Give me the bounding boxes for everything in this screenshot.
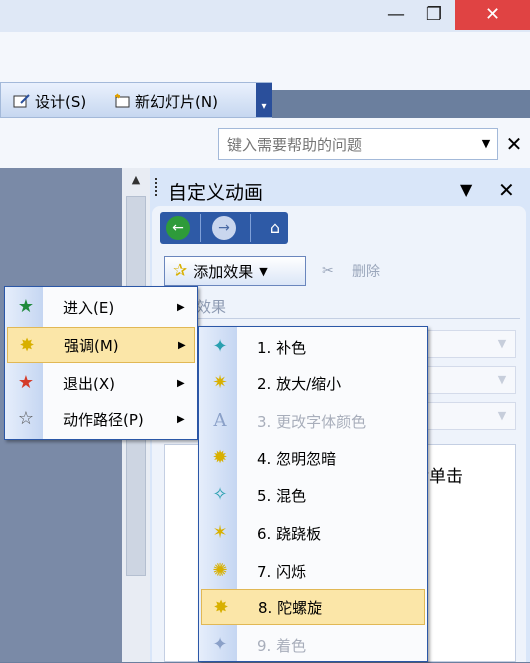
emphasis-item-blend[interactable]: ✧ 5. 混色 <box>201 477 425 513</box>
chevron-down-icon: ▼ <box>497 409 507 422</box>
entrance-star-icon: ★ <box>17 296 35 317</box>
emphasis-item-teeter[interactable]: ✶ 6. 跷跷板 <box>201 515 425 551</box>
flicker-star-icon: ✹ <box>212 447 228 468</box>
blink-star-icon: ✺ <box>212 560 228 581</box>
design-button[interactable]: 设计(S) <box>13 89 86 113</box>
toolbar-options-button[interactable]: ▾ <box>256 83 272 117</box>
emphasis-submenu: ✦ 1. 补色 ✷ 2. 放大/缩小 A 3. 更改字体颜色 ✹ 4. 忽明忽暗… <box>198 326 428 662</box>
restore-button[interactable]: ❐ <box>416 0 452 30</box>
nav-separator <box>250 214 251 242</box>
new-slide-button[interactable]: 新幻灯片(N) <box>113 89 218 113</box>
emphasis-item-flicker[interactable]: ✹ 4. 忽明忽暗 <box>201 440 425 476</box>
home-icon[interactable]: ⌂ <box>262 216 288 240</box>
emphasis-item-tint: ✦ 9. 着色 <box>201 627 425 663</box>
design-label: 设计(S) <box>35 92 87 111</box>
add-effect-button[interactable]: ✰ 添加效果 ▼ <box>164 256 306 286</box>
pane-title: 自定义动画 <box>168 182 264 204</box>
emphasis-item-blink[interactable]: ✺ 7. 闪烁 <box>201 553 425 589</box>
add-effect-label: 添加效果 <box>193 262 254 281</box>
emphasis-item-grow-shrink[interactable]: ✷ 2. 放大/缩小 <box>201 365 425 401</box>
emphasis-item-spin[interactable]: ✸ 8. 陀螺旋 <box>201 589 425 625</box>
motion-path-star-icon: ☆ <box>17 408 35 429</box>
sparkle-star-icon: ✦ <box>212 336 228 357</box>
menu-item-exit[interactable]: ★ 退出(X) ▶ <box>7 365 195 401</box>
emphasis-star-icon: ✸ <box>19 335 35 356</box>
pane-close-button[interactable]: ✕ <box>498 178 515 202</box>
help-search-input[interactable] <box>225 132 459 158</box>
font-color-icon: A <box>213 410 227 431</box>
new-slide-icon <box>113 93 131 109</box>
pane-menu-button[interactable]: ▼ <box>460 180 472 199</box>
forward-arrow-icon[interactable]: → <box>212 216 236 240</box>
emphasis-item-complementary-color[interactable]: ✦ 1. 补色 <box>201 329 425 365</box>
new-slide-label: 新幻灯片(N) <box>135 92 218 111</box>
menu-item-emphasis[interactable]: ✸ 强调(M) ▶ <box>7 327 195 363</box>
emphasis-item-font-color: A 3. 更改字体颜色 <box>201 403 425 439</box>
nav-separator <box>200 214 201 242</box>
menu-item-motion-path[interactable]: ☆ 动作路径(P) ▶ <box>7 401 195 437</box>
submenu-arrow-icon: ▶ <box>178 339 186 351</box>
submenu-arrow-icon: ▶ <box>177 301 185 313</box>
chevron-down-icon: ▼ <box>259 264 268 278</box>
tint-star-icon: ✦ <box>212 634 228 655</box>
back-arrow-icon[interactable]: ← <box>166 216 190 240</box>
spin-star-icon: ✸ <box>213 597 229 618</box>
effect-type-menu: ★ 进入(E) ▶ ✸ 强调(M) ▶ ★ 退出(X) ▶ ☆ 动作路径(P) … <box>4 286 198 440</box>
section-label: 效果 <box>196 298 227 316</box>
pane-grip-icon[interactable] <box>155 178 161 196</box>
delete-label: 删除 <box>352 264 380 280</box>
grow-star-icon: ✷ <box>212 372 228 393</box>
help-dropdown-button[interactable]: ▼ <box>476 130 496 158</box>
close-window-button[interactable]: ✕ <box>455 0 530 30</box>
delete-icon: ✂ <box>322 263 334 279</box>
formatting-toolbar: 设计(S) 新幻灯片(N) ▾ <box>0 82 272 118</box>
blend-star-icon: ✧ <box>212 484 228 505</box>
add-effect-star-icon: ✰ <box>173 261 188 281</box>
exit-star-icon: ★ <box>17 372 35 393</box>
teeter-star-icon: ✶ <box>212 522 228 543</box>
menu-item-entrance[interactable]: ★ 进入(E) ▶ <box>7 289 195 325</box>
minimize-button[interactable]: — <box>378 0 414 30</box>
chevron-down-icon: ▼ <box>497 373 507 386</box>
chevron-down-icon: ▼ <box>497 337 507 350</box>
scroll-up-icon[interactable]: ▲ <box>122 168 150 192</box>
delete-button: ✂ 删除 <box>322 258 408 284</box>
submenu-arrow-icon: ▶ <box>177 413 185 425</box>
design-icon <box>13 93 31 109</box>
help-close-button[interactable]: ✕ <box>500 128 528 160</box>
help-box <box>218 128 498 160</box>
effect-section-header: 效果 <box>164 296 520 319</box>
submenu-arrow-icon: ▶ <box>177 377 185 389</box>
